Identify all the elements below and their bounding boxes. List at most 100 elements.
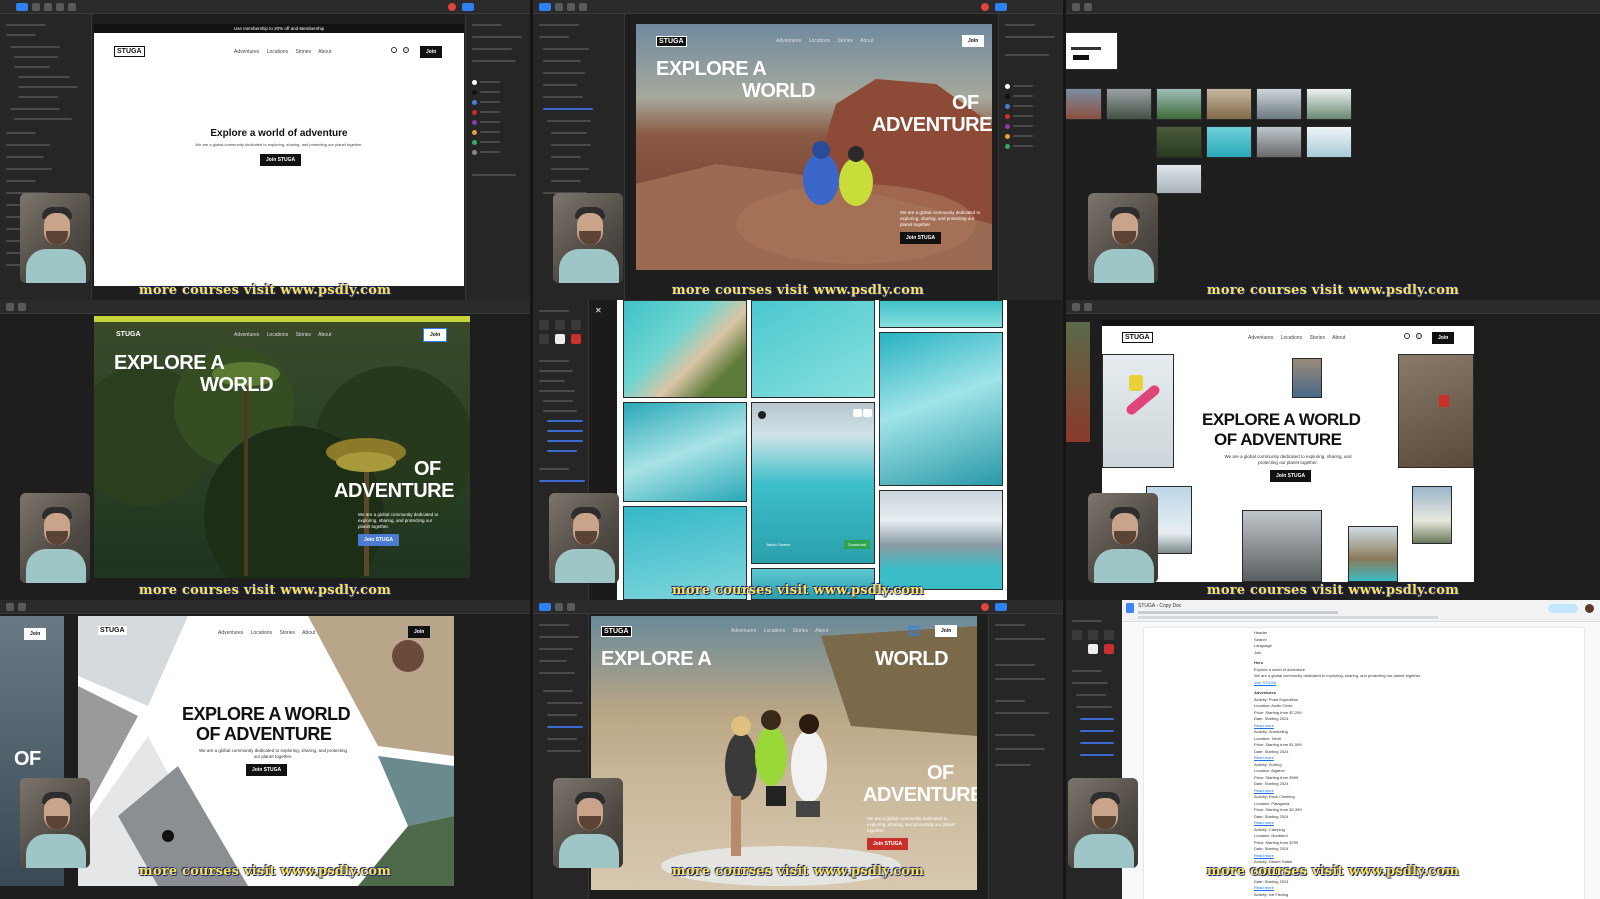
hero-line-world: WORLD xyxy=(875,648,949,670)
nav-link-about[interactable]: About xyxy=(302,630,315,636)
join-stuga-button[interactable]: Join STUGA xyxy=(900,232,942,244)
share-button[interactable] xyxy=(462,3,474,11)
search-icon[interactable] xyxy=(391,47,397,53)
avatar[interactable] xyxy=(1585,604,1594,613)
photo-waves-aerial[interactable] xyxy=(623,402,747,502)
shape-tool-icon[interactable] xyxy=(44,3,52,11)
download-button[interactable]: Download xyxy=(844,540,870,549)
figma-toolbar xyxy=(0,600,530,614)
nav-link-about[interactable]: About xyxy=(318,49,331,55)
move-tool-icon[interactable] xyxy=(16,3,28,11)
nav-link-adventures[interactable]: Adventures xyxy=(731,628,756,634)
photo-surfers-selected[interactable]: Jakob Owens Download xyxy=(751,402,875,564)
nav-link-adventures[interactable]: Adventures xyxy=(234,332,259,338)
photo-beach-aerial[interactable] xyxy=(623,300,747,398)
nav-link-about[interactable]: About xyxy=(1332,335,1345,341)
nav-link-locations[interactable]: Locations xyxy=(267,332,288,338)
nav-link-locations[interactable]: Locations xyxy=(1281,335,1302,341)
hero-title-line2: OF ADVENTURE xyxy=(1214,430,1342,449)
brand-logo[interactable]: STUGA xyxy=(1122,332,1153,343)
frame-thumb-light[interactable] xyxy=(1066,32,1118,70)
nav-link-stories[interactable]: Stories xyxy=(279,630,295,636)
doc-page[interactable]: Header Search Language Join Hero Explore a wo… xyxy=(1144,628,1584,899)
nav-link-locations[interactable]: Locations xyxy=(251,630,272,636)
nav-link-locations[interactable]: Locations xyxy=(809,38,830,44)
brand-logo[interactable]: STUGA xyxy=(98,626,127,635)
nav-link-locations[interactable]: Locations xyxy=(764,628,785,634)
nav-link-adventures[interactable]: Adventures xyxy=(218,630,243,636)
doc-title[interactable]: STUGA - Copy Doc xyxy=(1138,603,1181,609)
join-stuga-button[interactable]: Join STUGA xyxy=(1270,470,1312,482)
photo-swimmer[interactable] xyxy=(751,300,875,398)
pen-tool-icon[interactable] xyxy=(579,3,587,11)
nav-link-about[interactable]: About xyxy=(860,38,873,44)
nav-link-stories[interactable]: Stories xyxy=(295,332,311,338)
search-icon[interactable] xyxy=(1404,333,1410,339)
frame-thumb-9[interactable] xyxy=(1256,126,1302,158)
join-button[interactable]: Join xyxy=(408,626,431,638)
close-icon[interactable]: ✕ xyxy=(595,306,602,315)
join-button-side[interactable]: Join xyxy=(24,628,47,640)
share-button[interactable] xyxy=(1548,604,1578,613)
brand-logo[interactable]: STUGA xyxy=(656,36,687,47)
join-stuga-button[interactable]: Join STUGA xyxy=(260,154,302,166)
nav-link-adventures[interactable]: Adventures xyxy=(1248,335,1273,341)
frame-thumb-5[interactable] xyxy=(1256,88,1302,120)
join-button[interactable]: Join xyxy=(962,35,985,47)
hero-title-line1: EXPLORE A WORLD xyxy=(1202,410,1361,429)
join-stuga-button[interactable]: Join STUGA xyxy=(867,838,909,850)
nav-link-locations[interactable]: Locations xyxy=(267,49,288,55)
collect-icon[interactable] xyxy=(863,409,872,417)
frame-thumb-7[interactable] xyxy=(1156,126,1202,158)
share-button[interactable] xyxy=(995,603,1007,611)
join-button[interactable]: Join xyxy=(422,328,448,342)
panel-copy-doc: STUGA - Copy Doc Header Search Language Joi… xyxy=(1066,600,1600,899)
frame-thumb-6[interactable] xyxy=(1306,88,1352,120)
join-button[interactable]: Join xyxy=(1432,332,1455,344)
frame-thumb-4[interactable] xyxy=(1206,88,1252,120)
join-button[interactable]: Join xyxy=(420,46,443,58)
frame-thumb-3[interactable] xyxy=(1156,88,1202,120)
webcam-overlay xyxy=(20,778,90,868)
nav-link-stories[interactable]: Stories xyxy=(837,38,853,44)
frame-tool-icon[interactable] xyxy=(555,3,563,11)
globe-icon[interactable] xyxy=(909,626,919,636)
pen-tool-icon[interactable] xyxy=(56,3,64,11)
join-stuga-button[interactable]: Join STUGA xyxy=(246,764,288,776)
nav-link-stories[interactable]: Stories xyxy=(295,49,311,55)
move-tool-icon[interactable] xyxy=(539,3,551,11)
frame-thumb-1[interactable] xyxy=(1066,88,1102,120)
nav-link-adventures[interactable]: Adventures xyxy=(776,38,801,44)
globe-icon[interactable] xyxy=(403,47,409,53)
brand-logo[interactable]: STUGA xyxy=(601,626,632,637)
doc-line: Join xyxy=(1254,649,1262,655)
nav-link-about[interactable]: About xyxy=(318,332,331,338)
join-button[interactable]: Join xyxy=(935,625,958,637)
frame-thumb-2[interactable] xyxy=(1106,88,1152,120)
avatar[interactable] xyxy=(981,603,989,611)
text-tool-icon[interactable] xyxy=(68,3,76,11)
photo-city-beach[interactable] xyxy=(879,490,1003,590)
brand-logo[interactable]: STUGA xyxy=(114,46,145,57)
join-stuga-button[interactable]: Join STUGA xyxy=(358,534,400,546)
frame-thumb-10[interactable] xyxy=(1306,126,1352,158)
frame-thumb-11[interactable] xyxy=(1156,164,1202,194)
photo-snowboarder xyxy=(1102,354,1174,468)
globe-icon[interactable] xyxy=(1416,333,1422,339)
avatar[interactable] xyxy=(981,3,989,11)
watermark: more courses visit www.psdly.com xyxy=(138,283,392,298)
like-icon[interactable] xyxy=(853,409,862,417)
nav-link-stories[interactable]: Stories xyxy=(792,628,808,634)
move-tool-icon[interactable] xyxy=(539,603,551,611)
shape-tool-icon[interactable] xyxy=(567,3,575,11)
photo-surfer-wave[interactable] xyxy=(879,332,1003,486)
nav-link-about[interactable]: About xyxy=(815,628,828,634)
photo-water-top[interactable] xyxy=(879,300,1003,328)
nav-link-stories[interactable]: Stories xyxy=(1309,335,1325,341)
frame-thumb-8[interactable] xyxy=(1206,126,1252,158)
avatar[interactable] xyxy=(448,3,456,11)
brand-logo[interactable]: STUGA xyxy=(114,330,143,339)
share-button[interactable] xyxy=(995,3,1007,11)
frame-tool-icon[interactable] xyxy=(32,3,40,11)
nav-link-adventures[interactable]: Adventures xyxy=(234,49,259,55)
